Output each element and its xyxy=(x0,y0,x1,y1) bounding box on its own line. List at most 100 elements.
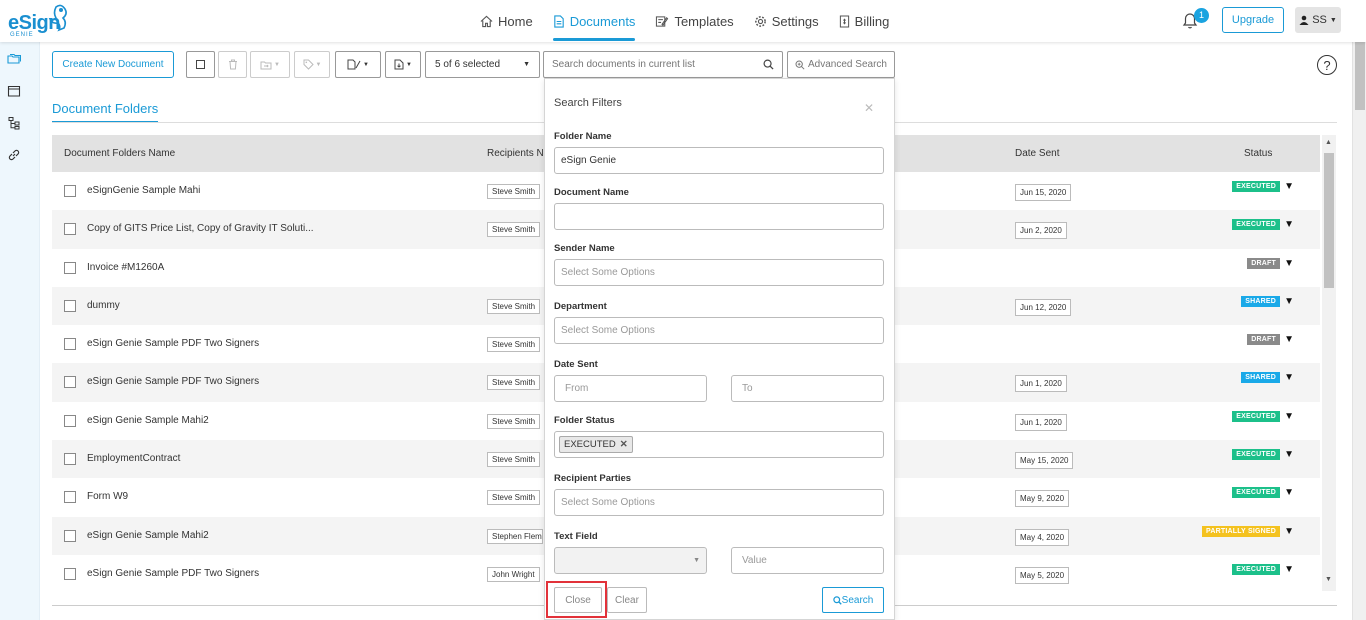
caret-down-icon[interactable]: ▼ xyxy=(1284,487,1294,498)
row-checkbox[interactable] xyxy=(64,567,76,580)
move-folder-button[interactable]: ▼ xyxy=(250,51,290,78)
document-export-button[interactable]: ▼ xyxy=(385,51,421,78)
recipient-chip: Steve Smith xyxy=(487,452,541,468)
text-field-value-placeholder: Value xyxy=(742,555,767,566)
close-icon[interactable]: ✕ xyxy=(864,101,874,115)
caret-down-icon[interactable]: ▼ xyxy=(1284,564,1294,575)
date-sent: Jun 12, 2020 xyxy=(1015,298,1072,316)
caret-down-icon[interactable]: ▼ xyxy=(1284,219,1294,230)
row-checkbox[interactable] xyxy=(64,185,76,197)
row-checkbox[interactable] xyxy=(64,338,76,351)
esign-genie-logo[interactable]: eSign GENIE xyxy=(6,3,76,39)
recipient-chip: Steve Smith xyxy=(487,413,541,429)
header-date-sent[interactable]: Date Sent xyxy=(1015,148,1059,159)
search-button-label: Search xyxy=(841,594,874,606)
department-placeholder: Select Some Options xyxy=(561,325,655,336)
row-checkbox[interactable] xyxy=(64,376,76,389)
recipient-chip: Steve Smith xyxy=(487,490,541,506)
sender-name-select[interactable]: Select Some Options xyxy=(554,259,884,286)
department-select[interactable]: Select Some Options xyxy=(554,317,884,344)
select-all-checkbox-button[interactable] xyxy=(186,51,215,78)
folder-status-select[interactable]: EXECUTED ✕ xyxy=(554,431,884,458)
page-scrollbar[interactable] xyxy=(1352,0,1366,620)
selection-dropdown[interactable]: 5 of 6 selected ▼ xyxy=(425,51,540,78)
square-checkbox-icon xyxy=(196,60,205,69)
document-actions-button[interactable]: ▼ xyxy=(335,51,381,78)
folder-name[interactable]: eSign Genie Sample Mahi2 xyxy=(87,530,209,541)
caret-down-icon[interactable]: ▼ xyxy=(1284,296,1294,307)
text-field-select[interactable]: ▼ xyxy=(554,547,707,574)
folder-name[interactable]: Copy of GITS Price List, Copy of Gravity… xyxy=(87,223,314,234)
create-new-document-button[interactable]: Create New Document xyxy=(52,51,174,78)
scroll-down-icon[interactable]: ▼ xyxy=(1325,576,1332,583)
folder-name[interactable]: Invoice #M1260A xyxy=(87,262,164,273)
nav-settings[interactable]: Settings xyxy=(744,0,829,42)
folder-name[interactable]: dummy xyxy=(87,300,120,311)
recipient-parties-select[interactable]: Select Some Options xyxy=(554,489,884,516)
calendar-icon[interactable] xyxy=(7,84,21,98)
caret-down-icon[interactable]: ▼ xyxy=(1284,258,1294,269)
help-button[interactable]: ? xyxy=(1317,55,1337,75)
row-checkbox[interactable] xyxy=(64,529,76,542)
row-checkbox[interactable] xyxy=(64,414,76,427)
document-name-label: Document Name xyxy=(554,187,629,198)
search-icon[interactable] xyxy=(763,59,774,70)
status-badge: SHARED xyxy=(1241,295,1280,307)
advanced-search-button[interactable]: Advanced Search xyxy=(787,51,895,78)
row-checkbox[interactable] xyxy=(64,261,76,274)
folder-name[interactable]: eSignGenie Sample Mahi xyxy=(87,185,200,196)
nav-home-label: Home xyxy=(498,13,533,29)
folder-name[interactable]: eSign Genie Sample Mahi2 xyxy=(87,415,209,426)
folder-name-field[interactable]: eSign Genie xyxy=(554,147,884,174)
header-folder-name[interactable]: Document Folders Name xyxy=(64,148,175,159)
search-button[interactable]: Search xyxy=(822,587,884,613)
scroll-up-icon[interactable]: ▲ xyxy=(1325,139,1332,146)
tag-button[interactable]: ▼ xyxy=(294,51,330,78)
notifications-button[interactable]: 1 xyxy=(1180,8,1209,32)
folder-name[interactable]: eSign Genie Sample PDF Two Signers xyxy=(87,568,259,579)
nav-billing[interactable]: Billing xyxy=(829,0,900,42)
folder-name[interactable]: eSign Genie Sample PDF Two Signers xyxy=(87,338,259,349)
caret-down-icon[interactable]: ▼ xyxy=(1284,449,1294,460)
row-checkbox[interactable] xyxy=(64,299,76,312)
table-scrollbar[interactable]: ▲ ▼ xyxy=(1322,135,1336,591)
search-input[interactable] xyxy=(552,59,752,70)
user-menu[interactable]: SS ▼ xyxy=(1295,7,1341,33)
nav-templates[interactable]: Templates xyxy=(645,0,743,42)
zoom-in-icon xyxy=(795,60,805,69)
hierarchy-icon[interactable] xyxy=(7,116,21,130)
folder-name[interactable]: eSign Genie Sample PDF Two Signers xyxy=(87,376,259,387)
date-from-field[interactable]: From xyxy=(554,375,707,402)
text-field-value-input[interactable]: Value xyxy=(731,547,884,574)
caret-down-icon[interactable]: ▼ xyxy=(1284,411,1294,422)
clear-button[interactable]: Clear xyxy=(607,587,647,613)
remove-tag-icon[interactable]: ✕ xyxy=(620,439,628,450)
caret-down-icon[interactable]: ▼ xyxy=(1284,526,1294,537)
date-sent: Jun 15, 2020 xyxy=(1015,184,1072,201)
header-recipients[interactable]: Recipients Na xyxy=(487,148,549,159)
header-status[interactable]: Status xyxy=(1244,148,1272,159)
caret-down-icon[interactable]: ▼ xyxy=(1284,372,1294,383)
folder-name[interactable]: EmploymentContract xyxy=(87,453,180,464)
caret-down-icon[interactable]: ▼ xyxy=(1284,181,1294,192)
delete-button[interactable] xyxy=(218,51,247,78)
folder-name[interactable]: Form W9 xyxy=(87,491,128,502)
document-name-field[interactable] xyxy=(554,203,884,230)
date-to-field[interactable]: To xyxy=(731,375,884,402)
upgrade-button[interactable]: Upgrade xyxy=(1222,7,1284,33)
department-label: Department xyxy=(554,301,607,312)
row-checkbox[interactable] xyxy=(64,223,76,236)
recipient-chip: John Wright xyxy=(487,566,540,582)
folders-icon[interactable] xyxy=(7,52,21,66)
folder-status-label: Folder Status xyxy=(554,415,615,426)
document-folders-tab[interactable]: Document Folders xyxy=(52,101,159,123)
nav-documents[interactable]: Documents xyxy=(543,0,646,42)
caret-down-icon[interactable]: ▼ xyxy=(1284,334,1294,345)
row-checkbox[interactable] xyxy=(64,453,76,466)
notification-count-badge: 1 xyxy=(1194,8,1209,23)
link-icon[interactable] xyxy=(7,148,21,162)
table-scrollbar-thumb[interactable] xyxy=(1324,153,1334,288)
row-checkbox[interactable] xyxy=(64,491,76,504)
date-sent: Jun 2, 2020 xyxy=(1015,222,1067,240)
nav-home[interactable]: Home xyxy=(470,0,543,42)
